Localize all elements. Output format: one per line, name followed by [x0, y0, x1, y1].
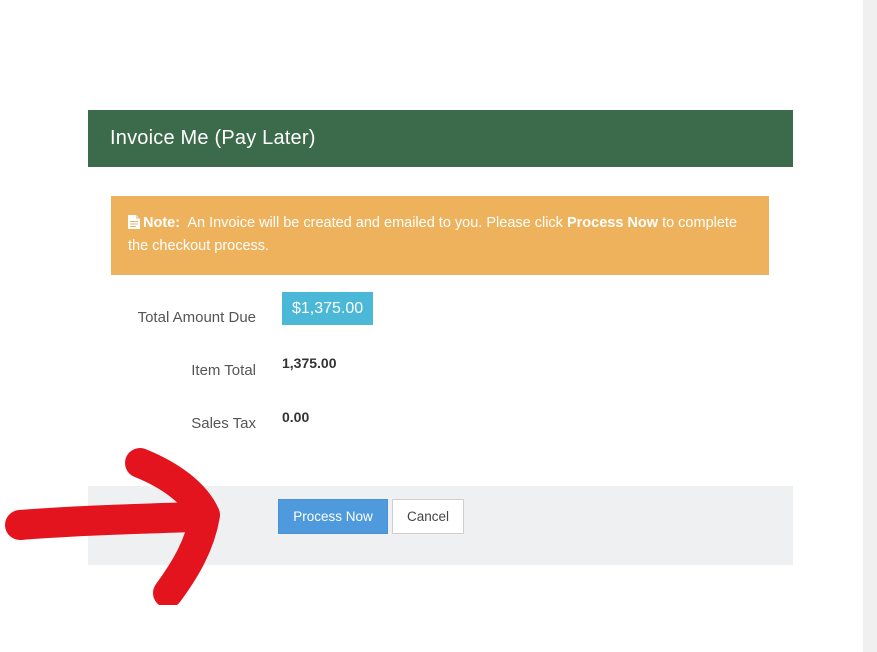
process-now-button[interactable]: Process Now [278, 499, 388, 534]
note-emphasis: Process Now [566, 215, 659, 231]
cancel-button[interactable]: Cancel [392, 499, 464, 534]
red-arrow-annotation [5, 448, 220, 605]
page: Invoice Me (Pay Later) Note: An Invoice … [0, 0, 877, 652]
note-label: Note: [143, 215, 181, 231]
total-amount-due-badge: $1,375.00 [282, 292, 374, 325]
item-total-value: 1,375.00 [282, 355, 337, 371]
sales-tax-value: 0.00 [282, 409, 310, 425]
document-icon [128, 215, 140, 236]
total-amount-due-label: Total Amount Due [137, 309, 256, 326]
vertical-scrollbar[interactable] [863, 0, 877, 652]
sales-tax-label: Sales Tax [191, 415, 256, 432]
note-alert: Note: An Invoice will be created and ema… [111, 196, 769, 275]
note-text-before: An Invoice will be created and emailed t… [187, 215, 563, 231]
panel-header: Invoice Me (Pay Later) [88, 110, 793, 167]
panel-title: Invoice Me (Pay Later) [110, 127, 316, 149]
item-total-label: Item Total [191, 362, 256, 379]
